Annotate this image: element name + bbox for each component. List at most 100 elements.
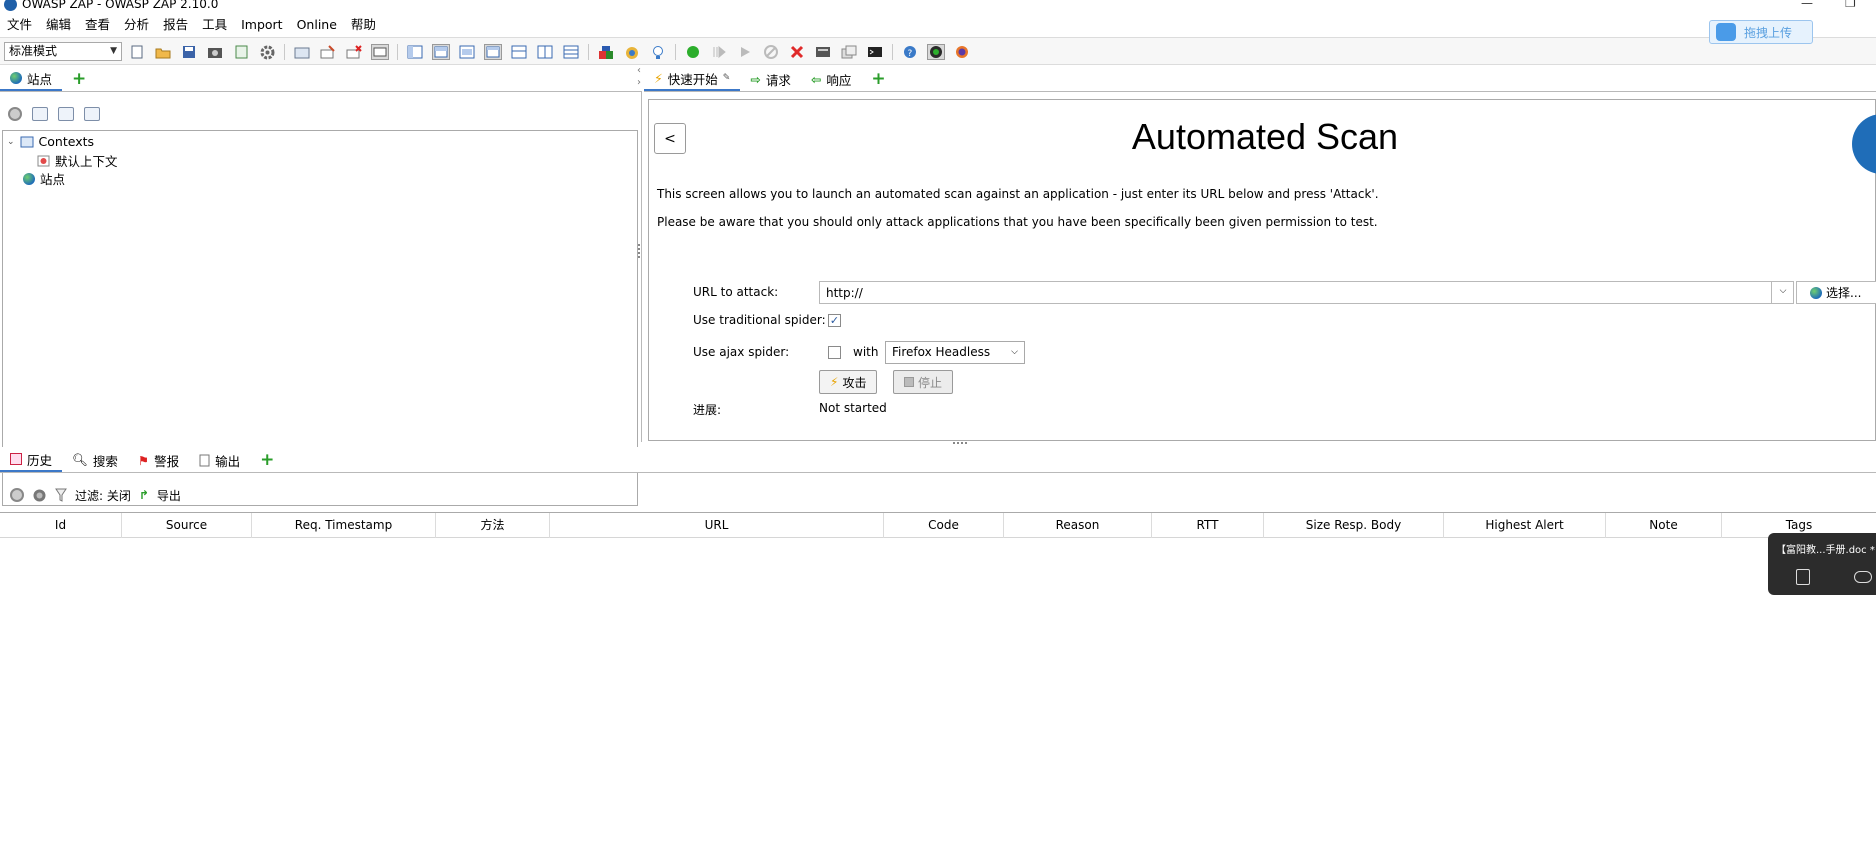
column-code[interactable]: Code bbox=[884, 513, 1004, 538]
tree-node-sites[interactable]: 站点 bbox=[23, 169, 65, 188]
layout-5-icon[interactable] bbox=[510, 44, 528, 60]
layout-2-icon[interactable] bbox=[432, 44, 450, 60]
scripts-icon[interactable] bbox=[623, 44, 641, 60]
minimize-button[interactable]: — bbox=[1801, 0, 1813, 10]
delete-note-icon[interactable] bbox=[345, 44, 363, 60]
options-gear-icon[interactable] bbox=[258, 44, 276, 60]
layout-4-icon[interactable] bbox=[484, 44, 502, 60]
tab-alerts[interactable]: ⚑ 警报 bbox=[128, 448, 189, 472]
show-scope-icon[interactable] bbox=[8, 107, 22, 121]
lightning-icon: ⚡ bbox=[830, 375, 839, 389]
step-icon[interactable] bbox=[710, 44, 728, 60]
column-url[interactable]: URL bbox=[550, 513, 884, 538]
chevron-down-icon[interactable]: ⌄ bbox=[7, 137, 15, 147]
menu-view[interactable]: 查看 bbox=[78, 14, 117, 36]
browser-select[interactable]: Firefox Headless ⌵ bbox=[885, 341, 1025, 364]
add-tab-button[interactable]: + bbox=[250, 448, 284, 472]
column-note[interactable]: Note bbox=[1606, 513, 1722, 538]
layout-6-icon[interactable] bbox=[536, 44, 554, 60]
export-button[interactable]: 导出 bbox=[157, 487, 181, 504]
filter-icon[interactable] bbox=[55, 488, 67, 502]
layout-1-icon[interactable] bbox=[406, 44, 424, 60]
menu-help[interactable]: 帮助 bbox=[344, 14, 383, 36]
column-source[interactable]: Source bbox=[122, 513, 252, 538]
tree-node-contexts[interactable]: ⌄ Contexts bbox=[7, 134, 94, 149]
tab-search[interactable]: 🔍︎ 搜索 bbox=[62, 448, 128, 472]
import-context-icon[interactable] bbox=[58, 107, 74, 121]
new-document-icon[interactable] bbox=[1796, 569, 1810, 585]
column-method[interactable]: 方法 bbox=[436, 513, 550, 538]
menu-analyse[interactable]: 分析 bbox=[117, 14, 156, 36]
console-icon[interactable] bbox=[866, 44, 884, 60]
layout-3-icon[interactable] bbox=[458, 44, 476, 60]
link-with-sites-icon[interactable] bbox=[32, 488, 47, 503]
breakpoints-icon[interactable] bbox=[840, 44, 858, 60]
tab-display-icon[interactable] bbox=[371, 44, 389, 60]
new-session-icon[interactable] bbox=[128, 44, 146, 60]
menu-file[interactable]: 文件 bbox=[0, 14, 39, 36]
export-context-icon[interactable] bbox=[84, 107, 100, 121]
column-size-resp-body[interactable]: Size Resp. Body bbox=[1264, 513, 1444, 538]
mode-select[interactable]: 标准模式 ▼ bbox=[4, 42, 122, 61]
menu-tools[interactable]: 工具 bbox=[195, 14, 234, 36]
ajax-spider-checkbox[interactable] bbox=[828, 346, 841, 359]
menu-online[interactable]: Online bbox=[290, 14, 344, 36]
url-input[interactable] bbox=[819, 281, 1794, 304]
upload-button[interactable]: 拖拽上传 bbox=[1709, 20, 1813, 44]
document-popup[interactable]: 【富阳教...手册.doc * bbox=[1768, 533, 1876, 595]
filter-label[interactable]: 过滤: 关闭 bbox=[75, 487, 131, 504]
snapshot-icon[interactable] bbox=[206, 44, 224, 60]
show-scope-icon[interactable] bbox=[10, 488, 24, 502]
collapse-left-icon[interactable]: ‹ bbox=[637, 66, 641, 76]
back-button[interactable]: < bbox=[654, 123, 686, 154]
tab-sites[interactable]: 站点 bbox=[0, 67, 63, 91]
addons-icon[interactable] bbox=[597, 44, 615, 60]
manual-request-icon[interactable] bbox=[814, 44, 832, 60]
plus-icon: + bbox=[72, 69, 87, 89]
cloud-sync-icon[interactable] bbox=[1854, 571, 1872, 583]
menu-bar: 文件 编辑 查看 分析 报告 工具 Import Online 帮助 bbox=[0, 14, 1876, 36]
tab-quick-start[interactable]: ⚡ 快速开始 ✎ bbox=[644, 67, 741, 91]
flag-icon: ⚑ bbox=[137, 452, 150, 468]
open-session-icon[interactable] bbox=[154, 44, 172, 60]
column-rtt[interactable]: RTT bbox=[1152, 513, 1264, 538]
help-icon[interactable]: ? bbox=[901, 44, 919, 60]
hint-bulb-icon[interactable] bbox=[649, 44, 667, 60]
column-highest-alert[interactable]: Highest Alert bbox=[1444, 513, 1606, 538]
stop-icon[interactable] bbox=[788, 44, 806, 60]
traditional-spider-checkbox[interactable]: ✓ bbox=[828, 314, 841, 327]
firefox-icon[interactable] bbox=[953, 44, 971, 60]
tab-request[interactable]: ⇨ 请求 bbox=[740, 67, 801, 91]
properties-icon[interactable] bbox=[232, 44, 250, 60]
column-req-timestamp[interactable]: Req. Timestamp bbox=[252, 513, 436, 538]
menu-report[interactable]: 报告 bbox=[156, 14, 195, 36]
column-reason[interactable]: Reason bbox=[1004, 513, 1152, 538]
choose-button[interactable]: 选择... bbox=[1796, 281, 1876, 304]
layout-7-icon[interactable] bbox=[562, 44, 580, 60]
break-on-icon[interactable] bbox=[684, 44, 702, 60]
collapse-right-icon[interactable]: › bbox=[637, 78, 641, 88]
tab-history[interactable]: 历史 bbox=[0, 448, 63, 472]
tab-output[interactable]: 输出 bbox=[189, 448, 250, 472]
continue-icon[interactable] bbox=[736, 44, 754, 60]
add-tab-button[interactable]: + bbox=[861, 67, 895, 91]
attack-button[interactable]: ⚡ 攻击 bbox=[819, 370, 878, 394]
column-id[interactable]: Id bbox=[0, 513, 122, 538]
url-history-dropdown[interactable]: ⌵ bbox=[1771, 281, 1794, 304]
tab-response[interactable]: ⇦ 响应 bbox=[801, 67, 862, 91]
tree-node-default-context[interactable]: 默认上下文 bbox=[37, 151, 118, 170]
hud-icon[interactable] bbox=[927, 44, 945, 60]
add-tab-button[interactable]: + bbox=[62, 67, 96, 91]
pin-icon[interactable]: ✎ bbox=[723, 73, 731, 83]
resize-icon[interactable] bbox=[293, 44, 311, 60]
drop-icon[interactable] bbox=[762, 44, 780, 60]
vertical-splitter[interactable]: ‹ › bbox=[636, 66, 644, 442]
new-context-icon[interactable] bbox=[32, 107, 48, 121]
stop-button[interactable]: 停止 bbox=[893, 370, 954, 394]
save-session-icon[interactable] bbox=[180, 44, 198, 60]
menu-import[interactable]: Import bbox=[234, 14, 290, 36]
export-icon: ↱ bbox=[138, 488, 149, 502]
menu-edit[interactable]: 编辑 bbox=[39, 14, 78, 36]
edit-note-icon[interactable] bbox=[319, 44, 337, 60]
maximize-button[interactable]: ❐ bbox=[1845, 0, 1856, 10]
